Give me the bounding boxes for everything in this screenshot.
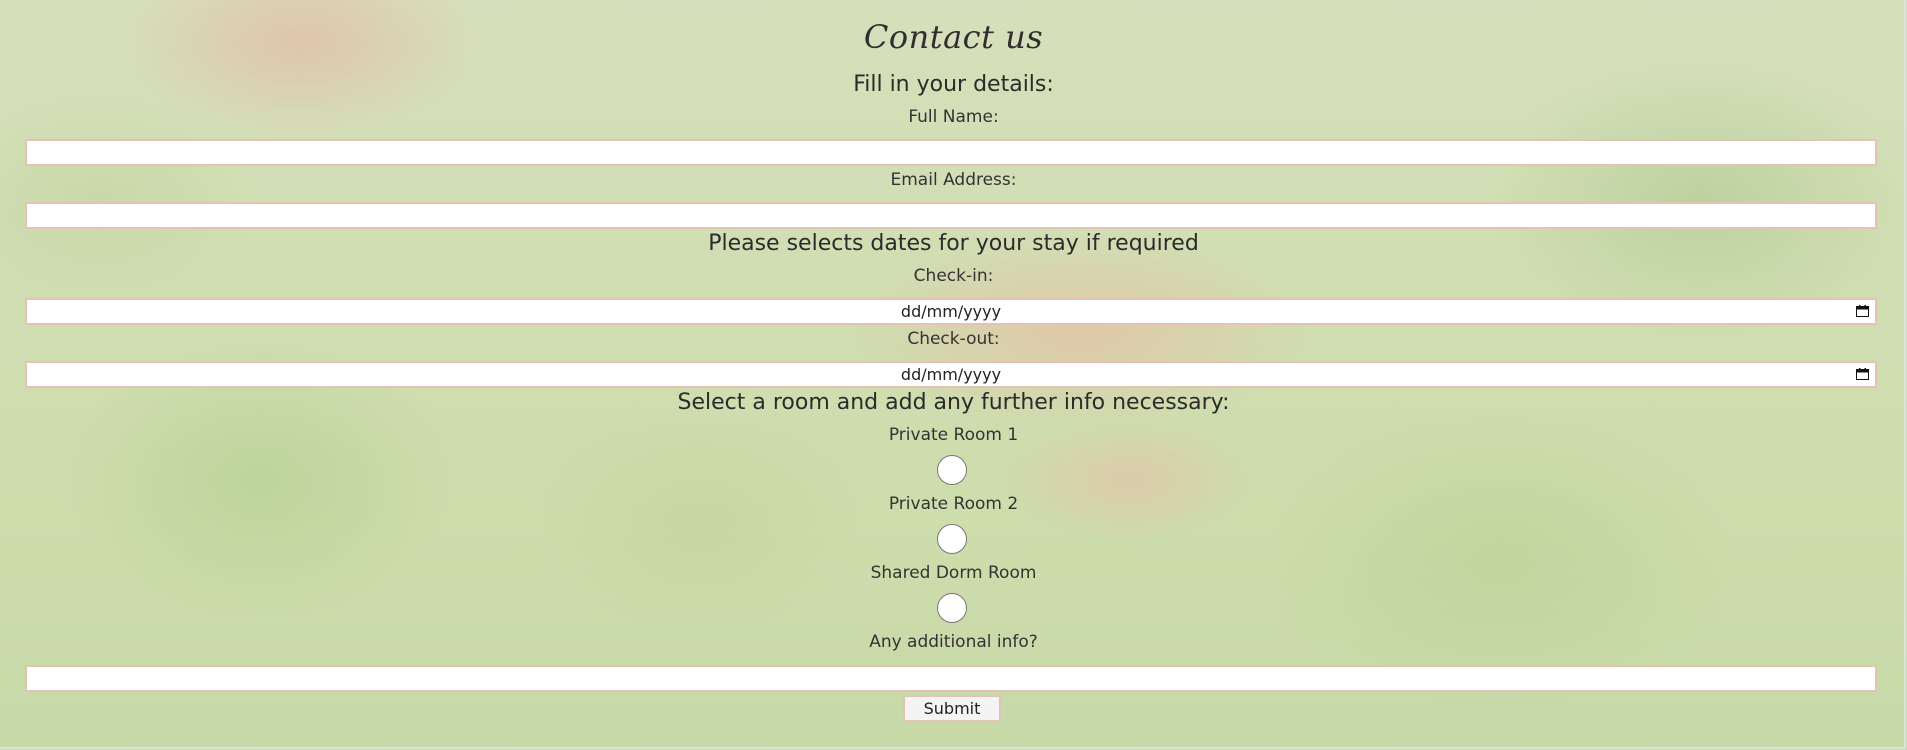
page-title: Contact us [863,18,1044,56]
shared-dorm-room-radio[interactable] [937,593,967,623]
checkout-date-input[interactable]: dd/mm/yyyy [25,361,1877,388]
contact-page: Contact us Fill in your details: Full Na… [0,0,1907,750]
calendar-icon[interactable] [1856,368,1869,380]
checkin-placeholder: dd/mm/yyyy [900,302,1002,321]
room-option-label: Private Room 2 [888,494,1019,514]
calendar-icon[interactable] [1856,305,1869,317]
additional-info-input[interactable] [25,665,1877,692]
checkout-label: Check-out: [907,329,1000,349]
checkin-date-input[interactable]: dd/mm/yyyy [25,298,1877,325]
room-option-label: Private Room 1 [888,425,1019,445]
room-heading: Select a room and add any further info n… [677,390,1230,415]
email-input[interactable] [25,202,1877,229]
additional-info-label: Any additional info? [869,632,1038,652]
checkout-placeholder: dd/mm/yyyy [900,365,1002,384]
private-room-1-radio[interactable] [937,455,967,485]
checkin-label: Check-in: [913,266,994,286]
details-heading: Fill in your details: [853,72,1054,97]
dates-heading: Please selects dates for your stay if re… [708,231,1199,256]
full-name-label: Full Name: [908,107,999,127]
full-name-input[interactable] [25,139,1877,166]
email-label: Email Address: [890,170,1017,190]
private-room-2-radio[interactable] [937,524,967,554]
room-option-label: Shared Dorm Room [870,563,1037,583]
submit-button[interactable]: Submit [903,695,1001,722]
contact-form: Contact us Fill in your details: Full Na… [0,0,1907,750]
